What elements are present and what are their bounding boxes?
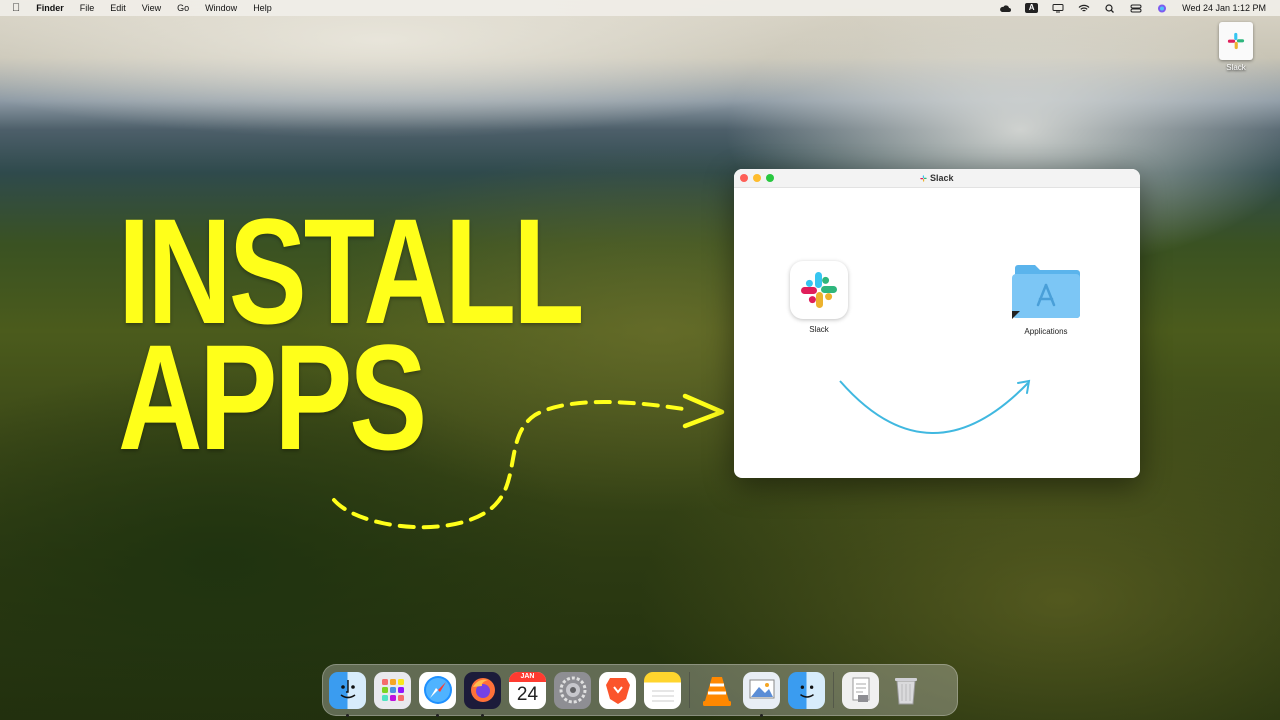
preview-icon	[743, 671, 780, 709]
dock-firefox[interactable]	[464, 671, 501, 717]
display-icon[interactable]	[1052, 3, 1064, 13]
finder-icon	[329, 671, 366, 709]
menu-window[interactable]: Window	[205, 3, 237, 13]
menu-help[interactable]: Help	[253, 3, 272, 13]
menu-file[interactable]: File	[80, 3, 95, 13]
siri-icon[interactable]	[1156, 4, 1168, 13]
running-indicator	[760, 713, 763, 717]
applications-folder-label: Applications	[1024, 327, 1068, 336]
dock-vlc[interactable]	[698, 672, 735, 709]
dock-finder[interactable]	[329, 671, 366, 717]
slack-app-item[interactable]: Slack	[786, 261, 852, 334]
calendar-month: JAN	[509, 671, 546, 682]
brave-icon	[599, 671, 636, 709]
control-center-icon[interactable]	[1130, 4, 1142, 13]
menu-edit[interactable]: Edit	[110, 3, 126, 13]
notes-icon	[644, 671, 681, 709]
desktop-slack-installer[interactable]: Slack	[1216, 22, 1256, 72]
dock-launchpad[interactable]	[374, 671, 411, 709]
running-indicator	[481, 713, 484, 717]
dock-preview[interactable]	[743, 671, 780, 717]
dock-system-settings[interactable]	[554, 671, 591, 709]
calendar-icon: JAN 24	[509, 671, 546, 709]
apple-menu-icon[interactable]: 	[12, 2, 20, 14]
launchpad-icon	[374, 671, 411, 709]
running-indicator	[346, 713, 349, 717]
dashed-arrow-graphic	[332, 393, 725, 530]
dock-separator	[833, 672, 834, 708]
dock-finder-alt[interactable]	[788, 671, 825, 709]
safari-icon	[419, 671, 456, 709]
search-icon[interactable]	[1104, 3, 1116, 13]
menu-app-name[interactable]: Finder	[36, 3, 64, 13]
dock-documents[interactable]	[842, 671, 879, 709]
slack-app-icon	[790, 261, 848, 319]
desktop-icon-label: Slack	[1226, 63, 1246, 72]
menu-bar:  Finder File Edit View Go Window Help A…	[0, 0, 1280, 16]
slack-app-label: Slack	[809, 325, 829, 334]
dock: JAN 24	[322, 664, 958, 717]
window-title: Slack	[734, 173, 1140, 183]
slack-disk-image-icon	[1219, 22, 1253, 60]
dock-trash[interactable]	[887, 672, 924, 709]
cloud-icon[interactable]	[999, 4, 1012, 13]
calendar-day: 24	[516, 683, 539, 705]
slack-installer-window[interactable]: Slack Slack Applications	[734, 169, 1140, 478]
drag-to-install-arrow	[839, 379, 1031, 434]
menu-datetime[interactable]: Wed 24 Jan 1:12 PM	[1182, 3, 1266, 13]
finder-alt-icon	[788, 671, 825, 709]
dock-calendar[interactable]: JAN 24	[509, 671, 546, 709]
dock-separator	[689, 672, 690, 708]
window-title-text: Slack	[929, 173, 954, 183]
dock-notes[interactable]	[644, 671, 681, 709]
system-settings-icon	[554, 671, 591, 709]
trash-icon	[887, 672, 924, 709]
applications-folder-icon	[1011, 259, 1081, 321]
menu-view[interactable]: View	[142, 3, 161, 13]
dock-brave[interactable]	[599, 671, 636, 709]
menu-go[interactable]: Go	[177, 3, 189, 13]
window-titlebar[interactable]: Slack	[734, 169, 1140, 188]
running-indicator	[436, 713, 439, 717]
documents-icon	[842, 671, 879, 709]
vlc-icon	[698, 672, 735, 709]
wifi-icon[interactable]	[1078, 4, 1090, 13]
keyboard-input-indicator[interactable]: A	[1025, 3, 1039, 13]
slack-small-icon	[920, 175, 928, 182]
applications-folder-item[interactable]: Applications	[1006, 259, 1086, 336]
firefox-icon	[464, 671, 501, 709]
dock-safari[interactable]	[419, 671, 456, 717]
